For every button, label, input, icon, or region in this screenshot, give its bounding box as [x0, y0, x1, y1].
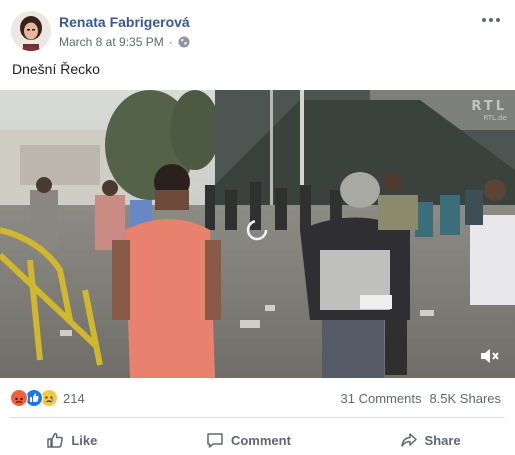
post-stats: 214 31 Comments 8.5K Shares — [0, 386, 515, 412]
post-meta: March 8 at 9:35 PM · — [59, 35, 190, 49]
comment-icon — [207, 433, 223, 448]
post-actions: Like Comment Share — [0, 425, 515, 455]
video-player[interactable]: RTL RTL.de — [0, 90, 515, 378]
post-timestamp[interactable]: March 8 at 9:35 PM — [59, 35, 164, 49]
divider — [10, 417, 505, 418]
rtl-watermark: RTL RTL.de — [471, 100, 507, 122]
like-label: Like — [71, 432, 98, 448]
video-frame — [0, 90, 515, 378]
dot-separator: · — [168, 35, 173, 49]
share-arrow-icon — [400, 433, 417, 447]
angry-reaction-icon — [10, 389, 28, 407]
watermark-logo: RTL — [471, 99, 507, 114]
comment-label: Comment — [230, 432, 291, 448]
share-label: Share — [424, 432, 461, 448]
watermark-url: RTL.de — [483, 114, 507, 122]
reactions-summary[interactable]: 214 — [10, 389, 85, 407]
engagement-counts: 31 Comments 8.5K Shares — [341, 391, 501, 406]
comment-button[interactable]: Comment — [206, 426, 291, 454]
share-button[interactable]: Share — [400, 426, 461, 454]
avatar[interactable] — [11, 11, 51, 51]
shares-count-link[interactable]: 8.5K Shares — [429, 391, 501, 406]
reaction-count: 214 — [63, 390, 85, 406]
like-button[interactable]: Like — [46, 426, 97, 454]
globe-icon[interactable] — [178, 36, 190, 48]
speaker-muted-icon[interactable] — [479, 346, 501, 366]
post-text: Dnešní Řecko — [12, 61, 100, 77]
more-options-icon[interactable] — [479, 10, 503, 30]
author-name[interactable]: Renata Fabrigerová — [59, 14, 190, 30]
thumbs-up-icon — [47, 432, 64, 448]
comments-count-link[interactable]: 31 Comments — [341, 391, 422, 406]
facebook-post: Renata Fabrigerová March 8 at 9:35 PM · … — [0, 0, 515, 453]
